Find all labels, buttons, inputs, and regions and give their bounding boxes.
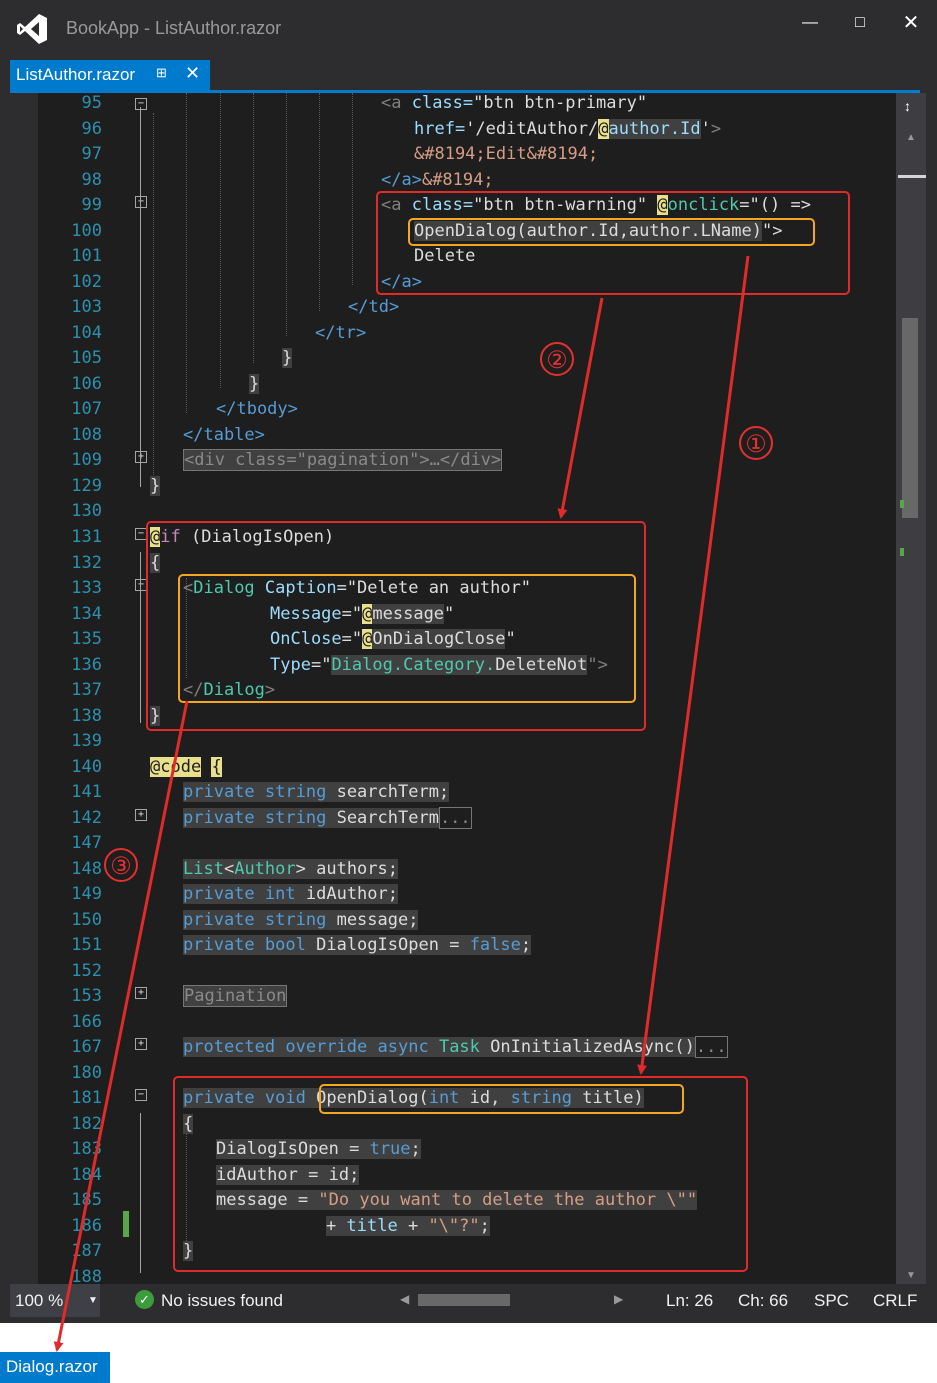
- annotation-arrows: [53, 255, 750, 1352]
- arrow-2: [557, 297, 604, 519]
- arrow-3: [53, 700, 189, 1352]
- arrow-1: [637, 255, 750, 1075]
